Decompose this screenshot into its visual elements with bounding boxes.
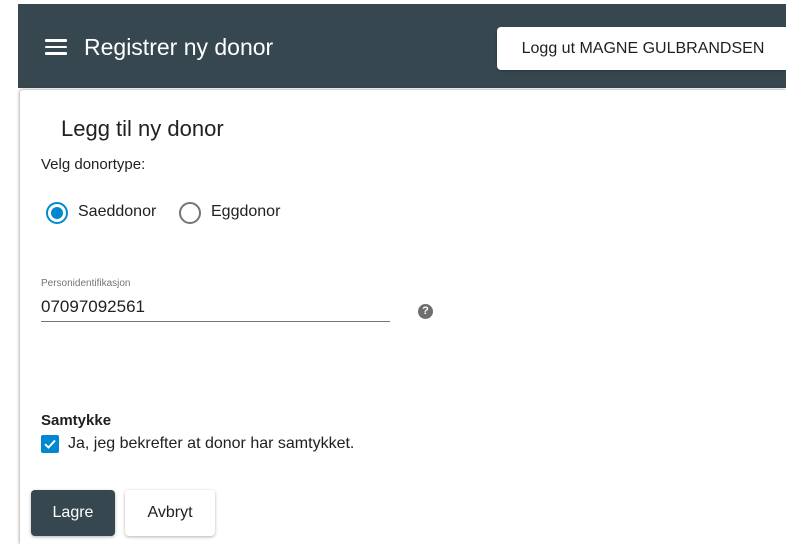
save-button[interactable]: Lagre <box>31 490 115 536</box>
personal-id-label: Personidentifikasjon <box>41 278 131 289</box>
donor-type-label: Velg donortype: <box>41 156 146 173</box>
cancel-button[interactable]: Avbryt <box>125 490 215 536</box>
hamburger-menu-icon[interactable] <box>45 39 67 55</box>
form-title: Legg til ny donor <box>61 116 224 141</box>
consent-checkbox[interactable] <box>41 435 59 453</box>
personal-id-input[interactable] <box>41 292 390 322</box>
page-title: Registrer ny donor <box>84 34 274 60</box>
radio-eggdonor[interactable] <box>179 202 201 224</box>
consent-title: Samtykke <box>41 412 112 429</box>
radio-saeddonor[interactable] <box>46 202 68 224</box>
logout-button[interactable]: Logg ut MAGNE GULBRANDSEN <box>497 27 786 70</box>
radio-label-saeddonor[interactable]: Saeddonor <box>78 203 156 221</box>
consent-checkbox-label[interactable]: Ja, jeg bekrefter at donor har samtykket… <box>68 435 354 453</box>
question-circle-icon[interactable]: ? <box>418 304 433 319</box>
radio-label-eggdonor[interactable]: Eggdonor <box>211 203 280 221</box>
checkmark-icon <box>44 439 56 449</box>
new-donor-form-card: Legg til ny donor Velg donortype: Saeddo… <box>20 90 786 544</box>
top-app-bar: Registrer ny donor Logg ut MAGNE GULBRAN… <box>18 4 786 88</box>
